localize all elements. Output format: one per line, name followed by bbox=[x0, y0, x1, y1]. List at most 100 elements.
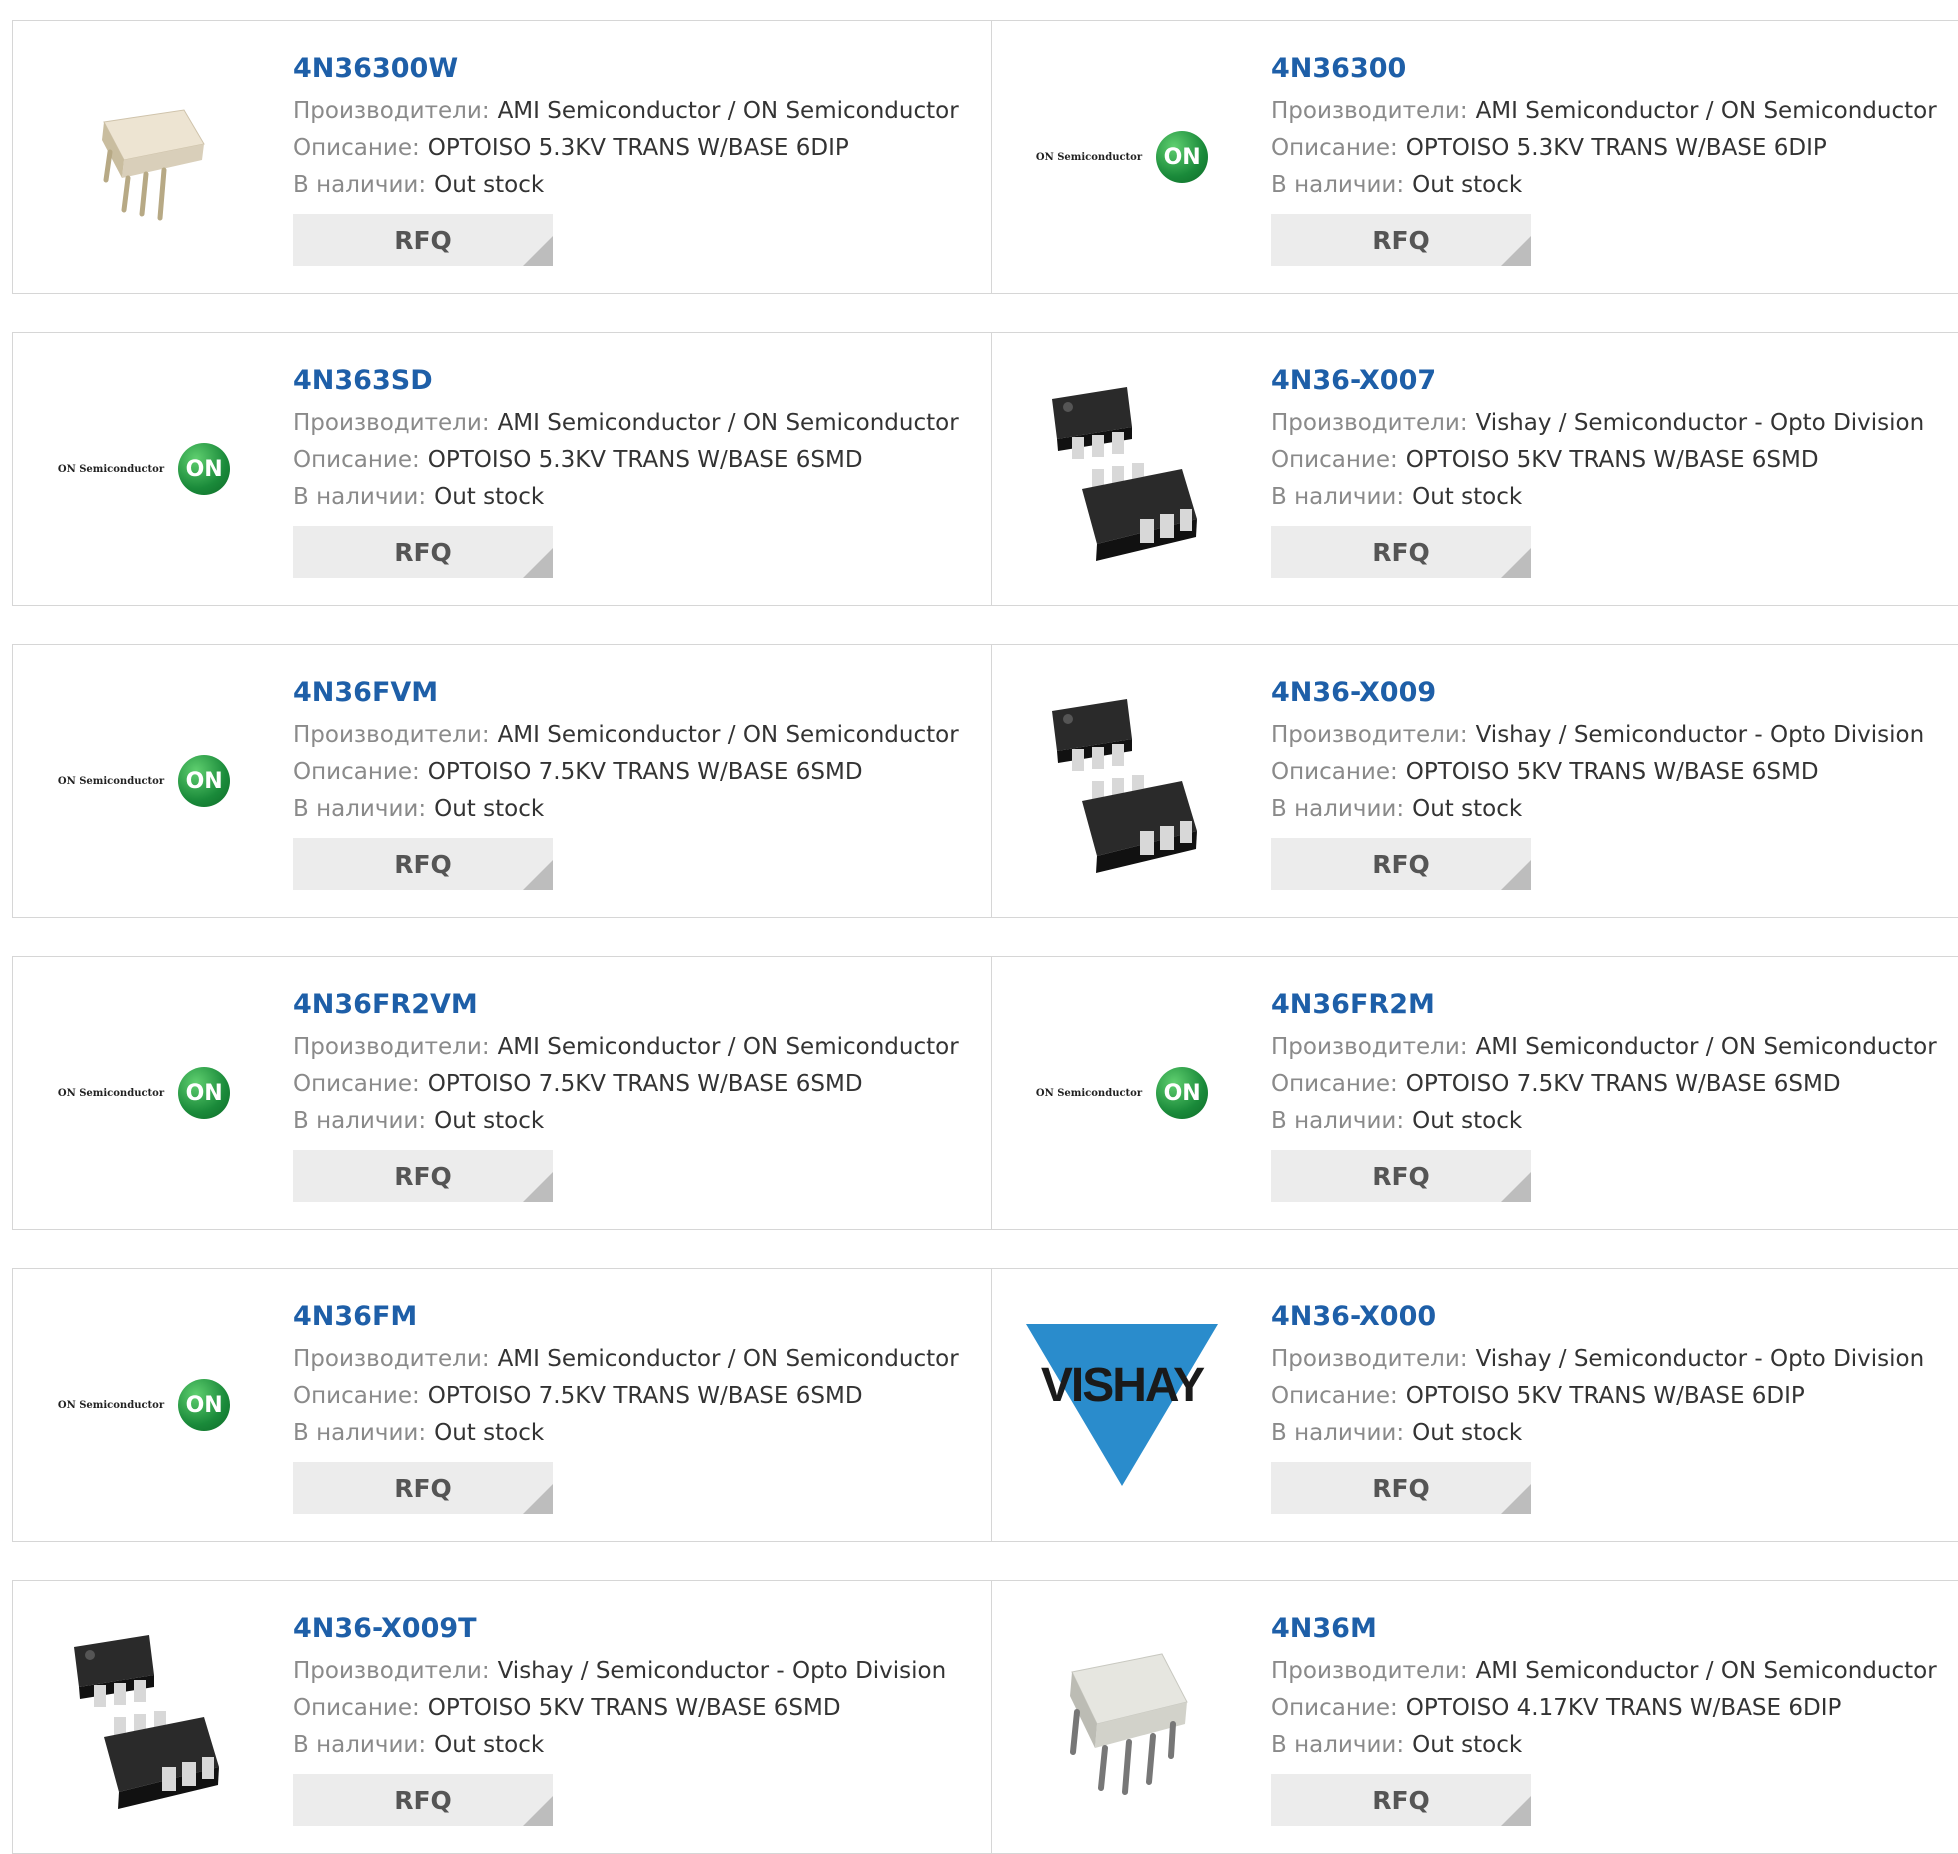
part-number-link[interactable]: 4N36-X000 bbox=[1271, 1297, 1958, 1337]
stock-value: Out stock bbox=[434, 484, 545, 510]
smd-black-icon bbox=[74, 1635, 219, 1809]
on-semi-logo: ON Semiconductor ON bbox=[57, 1379, 231, 1431]
description-row: Описание: OPTOISO 7.5KV TRANS W/BASE 6SMD bbox=[293, 1378, 991, 1415]
product-info: 4N36-X000 Производители: Vishay / Semicon… bbox=[1271, 1297, 1958, 1514]
product-image[interactable]: ON Semiconductor ON bbox=[39, 993, 249, 1193]
stock-label: В наличии: bbox=[293, 1420, 427, 1446]
product-image[interactable]: ON Semiconductor ON bbox=[39, 369, 249, 569]
rfq-button[interactable]: RFQ bbox=[293, 214, 553, 266]
rfq-button[interactable]: RFQ bbox=[293, 526, 553, 578]
on-semi-text: ON Semiconductor bbox=[57, 1399, 165, 1411]
rfq-button[interactable]: RFQ bbox=[1271, 1150, 1531, 1202]
stock-value: Out stock bbox=[1412, 1108, 1523, 1134]
description-row: Описание: OPTOISO 5.3KV TRANS W/BASE 6DIP bbox=[1271, 130, 1958, 167]
description-label: Описание: bbox=[293, 447, 420, 473]
on-badge-text: ON bbox=[185, 1080, 223, 1106]
part-number-link[interactable]: 4N36FM bbox=[293, 1297, 991, 1337]
part-number-link[interactable]: 4N36300W bbox=[293, 49, 991, 89]
manufacturer-label: Производители: bbox=[293, 410, 490, 436]
description-label: Описание: bbox=[1271, 447, 1398, 473]
description-label: Описание: bbox=[1271, 135, 1398, 161]
product-image[interactable]: ON Semiconductor ON bbox=[39, 681, 249, 881]
product-image[interactable]: VISHAY bbox=[1017, 1305, 1227, 1505]
product-info: 4N363SD Производители: AMI Semiconductor … bbox=[293, 361, 991, 578]
part-number-link[interactable]: 4N36-X007 bbox=[1271, 361, 1958, 401]
rfq-button[interactable]: RFQ bbox=[293, 1774, 553, 1826]
description-value: OPTOISO 5.3KV TRANS W/BASE 6SMD bbox=[427, 447, 863, 473]
stock-label: В наличии: bbox=[293, 1108, 427, 1134]
part-number-link[interactable]: 4N36FR2VM bbox=[293, 985, 991, 1025]
on-semi-text: ON Semiconductor bbox=[57, 1087, 165, 1099]
stock-label: В наличии: bbox=[1271, 484, 1405, 510]
rfq-button[interactable]: RFQ bbox=[293, 1150, 553, 1202]
description-label: Описание: bbox=[293, 1695, 420, 1721]
corner-triangle-icon bbox=[523, 548, 553, 578]
product-image[interactable] bbox=[1017, 369, 1227, 569]
part-number-link[interactable]: 4N36-X009T bbox=[293, 1609, 991, 1649]
manufacturer-row: Производители: Vishay / Semiconductor - O… bbox=[293, 1653, 991, 1690]
rfq-button[interactable]: RFQ bbox=[1271, 526, 1531, 578]
rfq-label: RFQ bbox=[394, 1785, 452, 1815]
on-badge-text: ON bbox=[185, 1392, 223, 1418]
product-image[interactable]: ON Semiconductor ON bbox=[1017, 57, 1227, 257]
rfq-button[interactable]: RFQ bbox=[293, 838, 553, 890]
product-info: 4N36-X007 Производители: Vishay / Semicon… bbox=[1271, 361, 1958, 578]
manufacturer-value: Vishay / Semiconductor - Opto Division bbox=[1475, 1346, 1925, 1372]
part-number-link[interactable]: 4N36-X009 bbox=[1271, 673, 1958, 713]
part-number-link[interactable]: 4N36M bbox=[1271, 1609, 1958, 1649]
product-image[interactable]: ON Semiconductor ON bbox=[39, 1305, 249, 1505]
product-row: ON Semiconductor ON 4N36FVM Производител… bbox=[12, 644, 1958, 918]
part-number-link[interactable]: 4N36FR2M bbox=[1271, 985, 1958, 1025]
corner-triangle-icon bbox=[1501, 1484, 1531, 1514]
description-row: Описание: OPTOISO 5.3KV TRANS W/BASE 6DIP bbox=[293, 130, 991, 167]
description-value: OPTOISO 7.5KV TRANS W/BASE 6SMD bbox=[427, 1383, 863, 1409]
rfq-button[interactable]: RFQ bbox=[1271, 214, 1531, 266]
on-badge-icon: ON bbox=[178, 1379, 231, 1431]
on-badge-icon: ON bbox=[178, 1067, 231, 1119]
on-semi-text: ON Semiconductor bbox=[57, 775, 165, 787]
product-image[interactable] bbox=[1017, 681, 1227, 881]
manufacturer-label: Производители: bbox=[293, 722, 490, 748]
stock-value: Out stock bbox=[434, 172, 545, 198]
stock-row: В наличии: Out stock bbox=[293, 167, 991, 204]
rfq-button[interactable]: RFQ bbox=[1271, 1774, 1531, 1826]
stock-row: В наличии: Out stock bbox=[293, 1727, 991, 1764]
stock-value: Out stock bbox=[1412, 172, 1523, 198]
description-value: OPTOISO 7.5KV TRANS W/BASE 6SMD bbox=[427, 1071, 863, 1097]
part-number-link[interactable]: 4N36FVM bbox=[293, 673, 991, 713]
rfq-button[interactable]: RFQ bbox=[1271, 838, 1531, 890]
on-semi-logo: ON Semiconductor ON bbox=[1036, 1067, 1209, 1119]
corner-triangle-icon bbox=[523, 1796, 553, 1826]
product-info: 4N36FR2M Производители: AMI Semiconductor… bbox=[1271, 985, 1958, 1202]
manufacturer-value: AMI Semiconductor / ON Semiconductor bbox=[497, 1034, 959, 1060]
product-image[interactable] bbox=[1017, 1617, 1227, 1817]
stock-row: В наличии: Out stock bbox=[1271, 479, 1958, 516]
rfq-button[interactable]: RFQ bbox=[1271, 1462, 1531, 1514]
part-number-link[interactable]: 4N363SD bbox=[293, 361, 991, 401]
corner-triangle-icon bbox=[1501, 1796, 1531, 1826]
stock-label: В наличии: bbox=[293, 1732, 427, 1758]
rfq-button[interactable]: RFQ bbox=[293, 1462, 553, 1514]
rfq-label: RFQ bbox=[394, 225, 452, 255]
product-row: 4N36300W Производители: AMI Semiconductor… bbox=[12, 20, 1958, 294]
manufacturer-label: Производители: bbox=[293, 1658, 490, 1684]
manufacturer-label: Производители: bbox=[293, 1346, 490, 1372]
description-value: OPTOISO 5KV TRANS W/BASE 6SMD bbox=[427, 1695, 841, 1721]
product-image[interactable]: ON Semiconductor ON bbox=[1017, 993, 1227, 1193]
product-image[interactable] bbox=[39, 1617, 249, 1817]
description-row: Описание: OPTOISO 7.5KV TRANS W/BASE 6SMD bbox=[293, 1066, 991, 1103]
stock-value: Out stock bbox=[434, 1732, 545, 1758]
manufacturer-value: Vishay / Semiconductor - Opto Division bbox=[1475, 410, 1925, 436]
product-image[interactable] bbox=[39, 57, 249, 257]
description-row: Описание: OPTOISO 7.5KV TRANS W/BASE 6SMD bbox=[1271, 1066, 1958, 1103]
product-row: ON Semiconductor ON 4N363SD Производител… bbox=[12, 332, 1958, 606]
part-number-link[interactable]: 4N36300 bbox=[1271, 49, 1958, 89]
stock-value: Out stock bbox=[1412, 484, 1523, 510]
product-card: VISHAY 4N36-X000 Производители: Vishay / … bbox=[991, 1269, 1958, 1541]
description-row: Описание: OPTOISO 7.5KV TRANS W/BASE 6SMD bbox=[293, 754, 991, 791]
description-row: Описание: OPTOISO 4.17KV TRANS W/BASE 6DI… bbox=[1271, 1690, 1958, 1727]
description-value: OPTOISO 5.3KV TRANS W/BASE 6DIP bbox=[427, 135, 849, 161]
rfq-label: RFQ bbox=[1372, 849, 1430, 879]
corner-triangle-icon bbox=[1501, 236, 1531, 266]
product-card: ON Semiconductor ON 4N363SD Производител… bbox=[13, 333, 992, 605]
